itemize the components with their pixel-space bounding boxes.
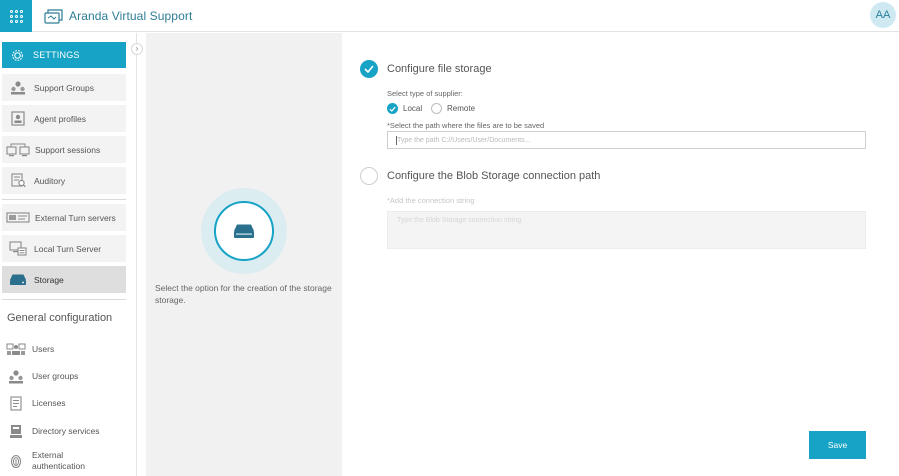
text-caret <box>396 136 397 145</box>
blob-storage-check[interactable] <box>360 167 378 185</box>
support-groups-icon <box>8 80 28 96</box>
sidebar-item-label: Storage <box>34 274 64 285</box>
sidebar-item-label: External Turn servers <box>35 212 116 223</box>
supplier-label: Select type of supplier: <box>387 89 463 98</box>
licenses-icon <box>6 395 26 411</box>
sidebar-item-auditory[interactable]: Auditory <box>2 167 126 194</box>
sidebar-item-label: Agent profiles <box>34 113 86 124</box>
radio-label: Remote <box>447 104 476 113</box>
settings-label: SETTINGS <box>33 50 80 60</box>
radio-checked-icon <box>387 103 398 114</box>
sidebar-item-user-groups[interactable]: User groups <box>2 364 126 388</box>
sidebar-item-label: Local Turn Server <box>34 243 102 254</box>
users-icon <box>6 341 26 357</box>
local-server-icon <box>8 241 28 257</box>
file-storage-check[interactable] <box>360 60 378 78</box>
fingerprint-icon <box>6 453 26 469</box>
collapse-sidebar-button[interactable]: › <box>131 43 143 55</box>
path-input[interactable]: Type the path C://Users/User/Documents..… <box>387 131 866 149</box>
brand: Aranda Virtual Support <box>44 7 192 25</box>
storage-icon <box>234 224 254 238</box>
settings-button[interactable]: SETTINGS <box>2 42 126 68</box>
top-bar: Aranda Virtual Support AA <box>0 0 899 32</box>
storage-illustration <box>201 188 287 274</box>
file-storage-title: Configure file storage <box>387 63 492 75</box>
connection-string-input[interactable]: Type the Blob Storage connection string <box>387 211 866 249</box>
agent-profile-icon <box>8 111 28 127</box>
sidebar: SETTINGS Support Groups Agent profiles S… <box>0 33 137 476</box>
sidebar-item-storage[interactable]: Storage <box>2 266 126 293</box>
blob-storage-title: Configure the Blob Storage connection pa… <box>387 170 601 182</box>
directory-icon <box>6 423 26 439</box>
connection-placeholder: Type the Blob Storage connection string <box>397 217 522 224</box>
storage-form: Configure file storage Select type of su… <box>342 33 899 476</box>
sidebar-item-label: Users <box>32 344 55 354</box>
user-groups-icon <box>6 368 26 384</box>
avatar[interactable]: AA <box>870 2 896 28</box>
sidebar-item-label: Support sessions <box>35 144 101 155</box>
brand-logo-icon <box>44 9 63 24</box>
sidebar-item-external-turn-servers[interactable]: External Turn servers <box>2 204 126 231</box>
sidebar-item-label: Licenses <box>32 398 66 408</box>
storage-icon <box>8 272 28 288</box>
path-placeholder: Type the path C://Users/User/Documents..… <box>397 136 531 144</box>
path-label: *Select the path where the files are to … <box>387 121 545 130</box>
save-button[interactable]: Save <box>809 431 866 459</box>
sidebar-item-support-groups[interactable]: Support Groups <box>2 74 126 101</box>
sidebar-item-label: Auditory <box>34 175 66 186</box>
external-server-icon <box>5 210 31 226</box>
sidebar-divider <box>2 199 126 200</box>
sidebar-item-support-sessions[interactable]: Support sessions <box>2 136 126 163</box>
radio-unchecked-icon <box>431 103 442 114</box>
auditory-icon <box>8 173 28 189</box>
general-configuration-title: General configuration <box>7 312 113 324</box>
sidebar-item-agent-profiles[interactable]: Agent profiles <box>2 105 126 132</box>
sidebar-item-label: User groups <box>32 371 79 381</box>
connection-label: *Add the connection string <box>387 196 475 205</box>
app-title: Aranda Virtual Support <box>69 9 193 23</box>
radio-local[interactable]: Local <box>387 103 422 114</box>
radio-label: Local <box>403 104 423 113</box>
apps-grid-icon <box>9 9 23 23</box>
sidebar-item-directory-services[interactable]: Directory services <box>2 419 126 443</box>
sidebar-item-external-authentication[interactable]: External authentication <box>2 447 126 475</box>
gear-icon <box>12 49 23 61</box>
info-description: Select the option for the creation of th… <box>155 283 332 305</box>
sidebar-item-users[interactable]: Users <box>2 337 126 361</box>
sidebar-item-label: Support Groups <box>34 82 95 93</box>
radio-remote[interactable]: Remote <box>431 103 475 114</box>
sidebar-item-label: External authentication <box>32 450 85 471</box>
sidebar-item-label: Directory services <box>32 426 100 436</box>
info-panel: Select the option for the creation of th… <box>146 33 342 476</box>
apps-menu-button[interactable] <box>0 0 32 32</box>
support-sessions-icon <box>5 142 31 158</box>
sidebar-item-licenses[interactable]: Licenses <box>2 391 126 415</box>
sidebar-divider <box>2 299 126 300</box>
sidebar-item-local-turn-server[interactable]: Local Turn Server <box>2 235 126 262</box>
check-icon <box>364 65 374 73</box>
